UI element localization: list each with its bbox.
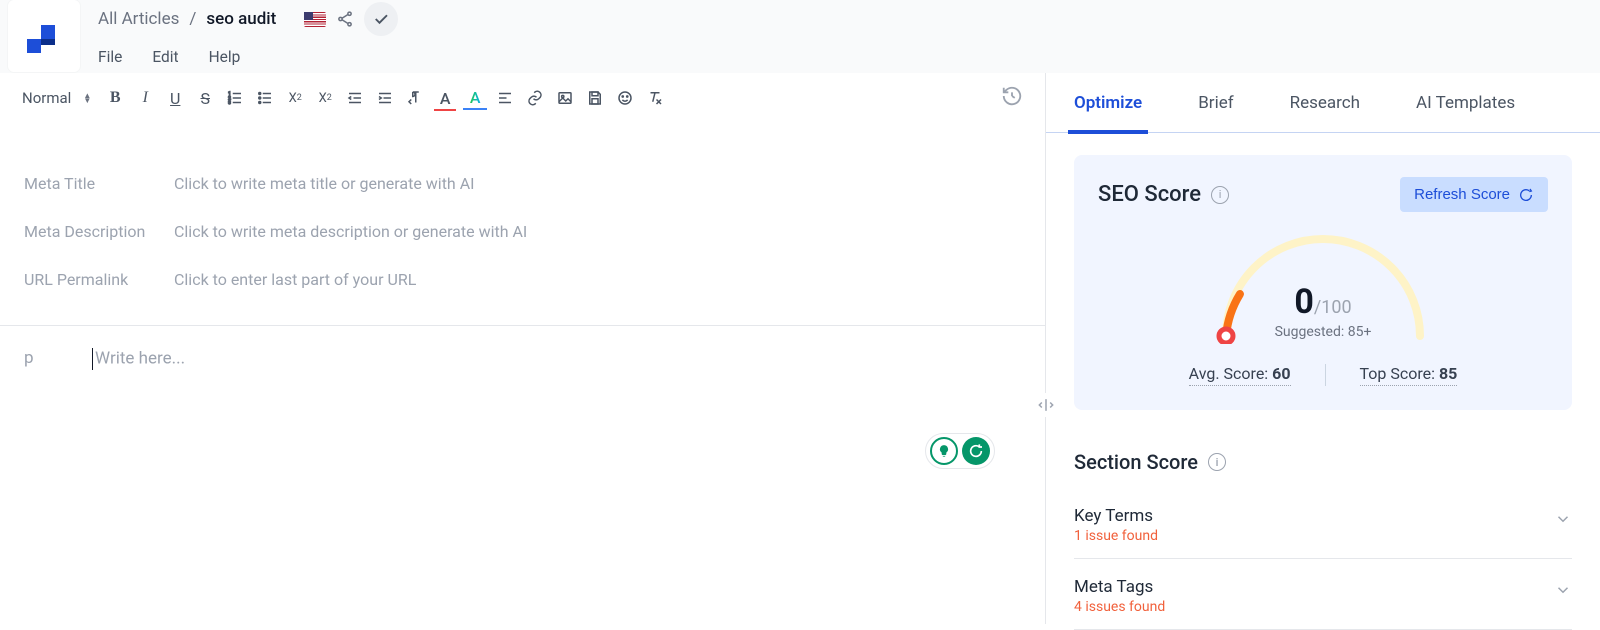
section-name: Key Terms bbox=[1074, 506, 1158, 526]
italic-button[interactable]: I bbox=[133, 86, 157, 110]
tab-ai-templates[interactable]: AI Templates bbox=[1416, 73, 1515, 133]
tab-research[interactable]: Research bbox=[1290, 73, 1360, 133]
seo-score-denom: /100 bbox=[1314, 297, 1352, 318]
editor-toolbar: Normal ▲▼ B I U S 123 X2 X2 A bbox=[0, 73, 1045, 123]
svg-text:3: 3 bbox=[228, 100, 231, 106]
outdent-button[interactable] bbox=[343, 86, 367, 110]
text-color-button[interactable]: A bbox=[433, 86, 457, 110]
editor-placeholder: Write here... bbox=[95, 348, 185, 368]
image-button[interactable] bbox=[553, 86, 577, 110]
saved-check-button[interactable] bbox=[364, 2, 398, 36]
text-cursor bbox=[92, 348, 94, 370]
clear-format-button[interactable] bbox=[643, 86, 667, 110]
share-icon[interactable] bbox=[336, 10, 354, 28]
highlight-color-button[interactable]: A bbox=[463, 86, 487, 110]
breadcrumb: All Articles / seo audit bbox=[98, 4, 398, 34]
bold-button[interactable]: B bbox=[103, 86, 127, 110]
refresh-score-label: Refresh Score bbox=[1414, 186, 1510, 203]
seo-score-card: SEO Score i Refresh Score 0/100 bbox=[1074, 155, 1572, 410]
emoji-button[interactable] bbox=[613, 86, 637, 110]
align-button[interactable] bbox=[493, 86, 517, 110]
refresh-icon bbox=[1518, 187, 1534, 203]
seo-score-suggested: Suggested: 85+ bbox=[1275, 324, 1372, 340]
tab-optimize[interactable]: Optimize bbox=[1074, 73, 1142, 133]
section-meta-tags[interactable]: Meta Tags 4 issues found bbox=[1074, 559, 1572, 630]
url-permalink-input[interactable]: Click to enter last part of your URL bbox=[174, 270, 1021, 289]
caret-updown-icon: ▲▼ bbox=[83, 93, 91, 103]
breadcrumb-sep: / bbox=[189, 9, 196, 29]
column-resize-handle[interactable] bbox=[1034, 393, 1058, 417]
subscript-button[interactable]: X2 bbox=[283, 86, 307, 110]
info-icon[interactable]: i bbox=[1208, 453, 1226, 471]
section-issues: 4 issues found bbox=[1074, 599, 1165, 615]
underline-button[interactable]: U bbox=[163, 86, 187, 110]
divider bbox=[1325, 364, 1326, 386]
strikethrough-button[interactable]: S bbox=[193, 86, 217, 110]
save-button-icon[interactable] bbox=[583, 86, 607, 110]
menu-file[interactable]: File bbox=[98, 48, 122, 66]
section-key-terms[interactable]: Key Terms 1 issue found bbox=[1074, 488, 1572, 559]
info-icon[interactable]: i bbox=[1211, 186, 1229, 204]
breadcrumb-root[interactable]: All Articles bbox=[98, 9, 179, 29]
avg-score: Avg. Score: 60 bbox=[1189, 364, 1291, 386]
right-panel-tabs: Optimize Brief Research AI Templates bbox=[1046, 73, 1600, 133]
lightbulb-icon[interactable] bbox=[930, 437, 958, 465]
history-button[interactable] bbox=[1001, 85, 1023, 111]
indent-button[interactable] bbox=[373, 86, 397, 110]
superscript-button[interactable]: X2 bbox=[313, 86, 337, 110]
tab-brief[interactable]: Brief bbox=[1198, 73, 1233, 133]
section-issues: 1 issue found bbox=[1074, 528, 1158, 544]
locale-flag-us-icon[interactable] bbox=[304, 12, 326, 27]
section-name: Meta Tags bbox=[1074, 577, 1165, 597]
chevron-down-icon bbox=[1554, 581, 1572, 603]
grammar-widget[interactable] bbox=[925, 433, 995, 469]
meta-description-input[interactable]: Click to write meta description or gener… bbox=[174, 222, 1021, 241]
editor-content-area[interactable]: Write here... bbox=[92, 348, 186, 370]
menubar: File Edit Help bbox=[98, 34, 398, 66]
unordered-list-button[interactable] bbox=[253, 86, 277, 110]
format-select[interactable]: Normal ▲▼ bbox=[22, 89, 97, 107]
ordered-list-button[interactable]: 123 bbox=[223, 86, 247, 110]
url-permalink-label: URL Permalink bbox=[24, 270, 174, 289]
seo-score-title: SEO Score bbox=[1098, 182, 1201, 207]
link-button[interactable] bbox=[523, 86, 547, 110]
seo-score-gauge: 0/100 Suggested: 85+ bbox=[1208, 234, 1438, 344]
meta-title-input[interactable]: Click to write meta title or generate wi… bbox=[174, 174, 1021, 193]
menu-edit[interactable]: Edit bbox=[152, 48, 178, 66]
format-select-label: Normal bbox=[22, 89, 71, 107]
grammarly-icon[interactable] bbox=[962, 437, 990, 465]
refresh-score-button[interactable]: Refresh Score bbox=[1400, 177, 1548, 212]
breadcrumb-current: seo audit bbox=[206, 9, 276, 29]
paragraph-marker: p bbox=[24, 348, 34, 370]
meta-title-label: Meta Title bbox=[24, 174, 174, 193]
top-score: Top Score: 85 bbox=[1360, 364, 1458, 386]
menu-help[interactable]: Help bbox=[209, 48, 241, 66]
chevron-down-icon bbox=[1554, 510, 1572, 532]
meta-description-label: Meta Description bbox=[24, 222, 174, 241]
text-direction-button[interactable] bbox=[403, 86, 427, 110]
section-score-title: Section Score bbox=[1074, 450, 1198, 474]
seo-score-value: 0 bbox=[1294, 282, 1314, 322]
app-logo[interactable] bbox=[8, 0, 80, 72]
